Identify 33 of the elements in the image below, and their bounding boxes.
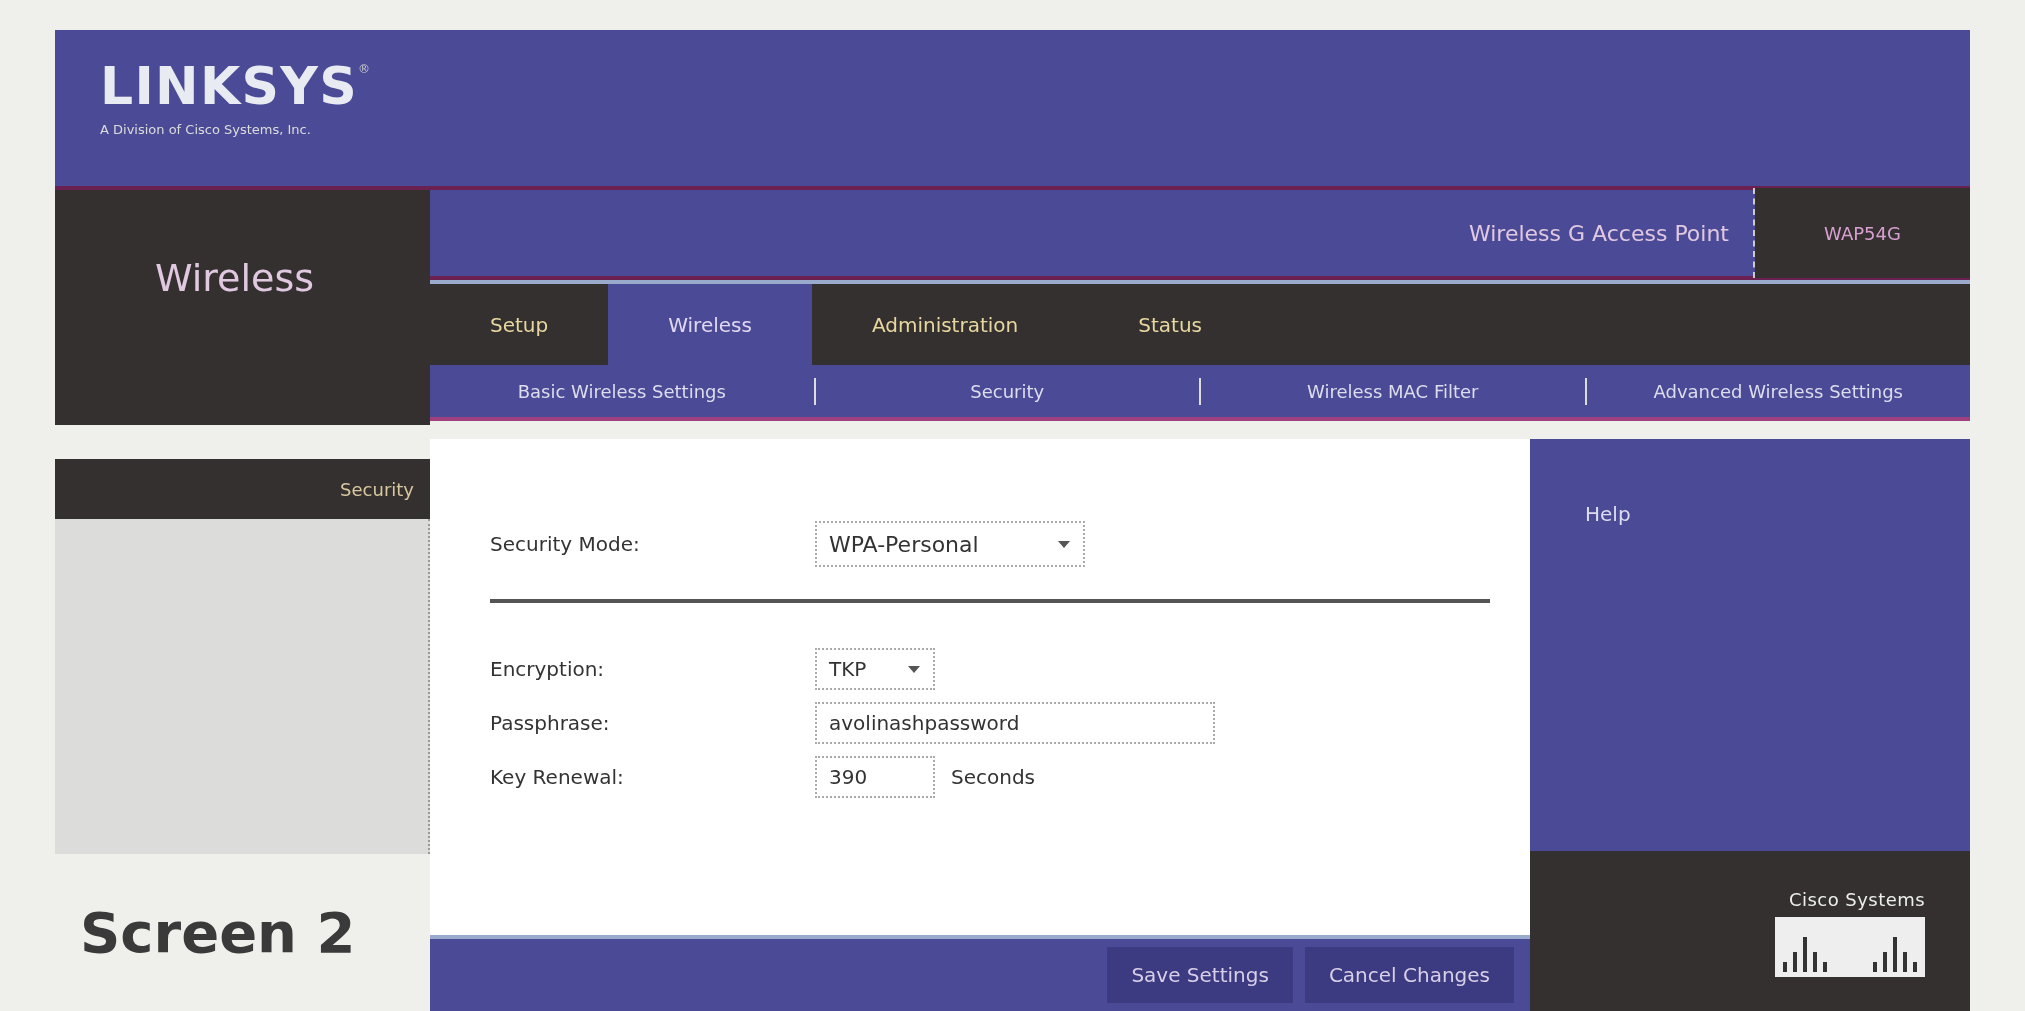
security-mode-select[interactable]: WPA-Personal <box>815 521 1085 567</box>
key-renewal-field[interactable]: 390 <box>815 756 935 798</box>
field-label: Passphrase: <box>490 710 611 737</box>
subtab-link[interactable]: Basic Wireless Settings <box>517 377 726 405</box>
sidebar-heading: Security <box>340 477 414 502</box>
figure-caption: Screen 2 <box>80 898 356 967</box>
field-label: Security Mode: <box>490 531 641 558</box>
logo-tagline: A Division of Cisco Systems, Inc. <box>100 121 312 139</box>
bridge-logo-icon <box>1775 916 1925 977</box>
encryption-select[interactable]: TKP <box>815 648 935 690</box>
help-title: Help <box>1585 502 1631 526</box>
footer-button[interactable]: Cancel Changes <box>1304 947 1514 1003</box>
dropdown-caret-icon <box>907 664 921 674</box>
subtab-link[interactable]: Security <box>970 377 1045 405</box>
section-title: Wireless <box>155 255 314 302</box>
subtab-link[interactable]: Wireless MAC Filter <box>1307 377 1479 405</box>
unit-label: Seconds <box>951 764 1036 791</box>
nav-tab[interactable]: Status <box>1078 284 1970 365</box>
field-label: Encryption: <box>490 656 606 683</box>
nav-tab[interactable]: Wireless <box>608 284 812 365</box>
dropdown-caret-icon <box>1057 539 1071 549</box>
logo-text: LINKSYS <box>100 60 358 112</box>
nav-tab[interactable]: Administration <box>811 284 1079 365</box>
subtab-link[interactable]: Advanced Wireless Settings <box>1653 377 1903 405</box>
footer-button[interactable]: Save Settings <box>1107 947 1293 1003</box>
select-value: WPA-Personal <box>829 530 979 559</box>
nav-tab[interactable]: Setup <box>430 284 609 365</box>
passphrase-field[interactable]: avolinashpassword <box>815 702 1215 744</box>
model-label: WAP54G <box>1755 188 1970 278</box>
registered-mark: ® <box>357 61 370 78</box>
brand-text: Cisco Systems <box>1789 887 1925 912</box>
select-value: TKP <box>829 656 867 683</box>
field-label: Key Renewal: <box>490 764 625 791</box>
